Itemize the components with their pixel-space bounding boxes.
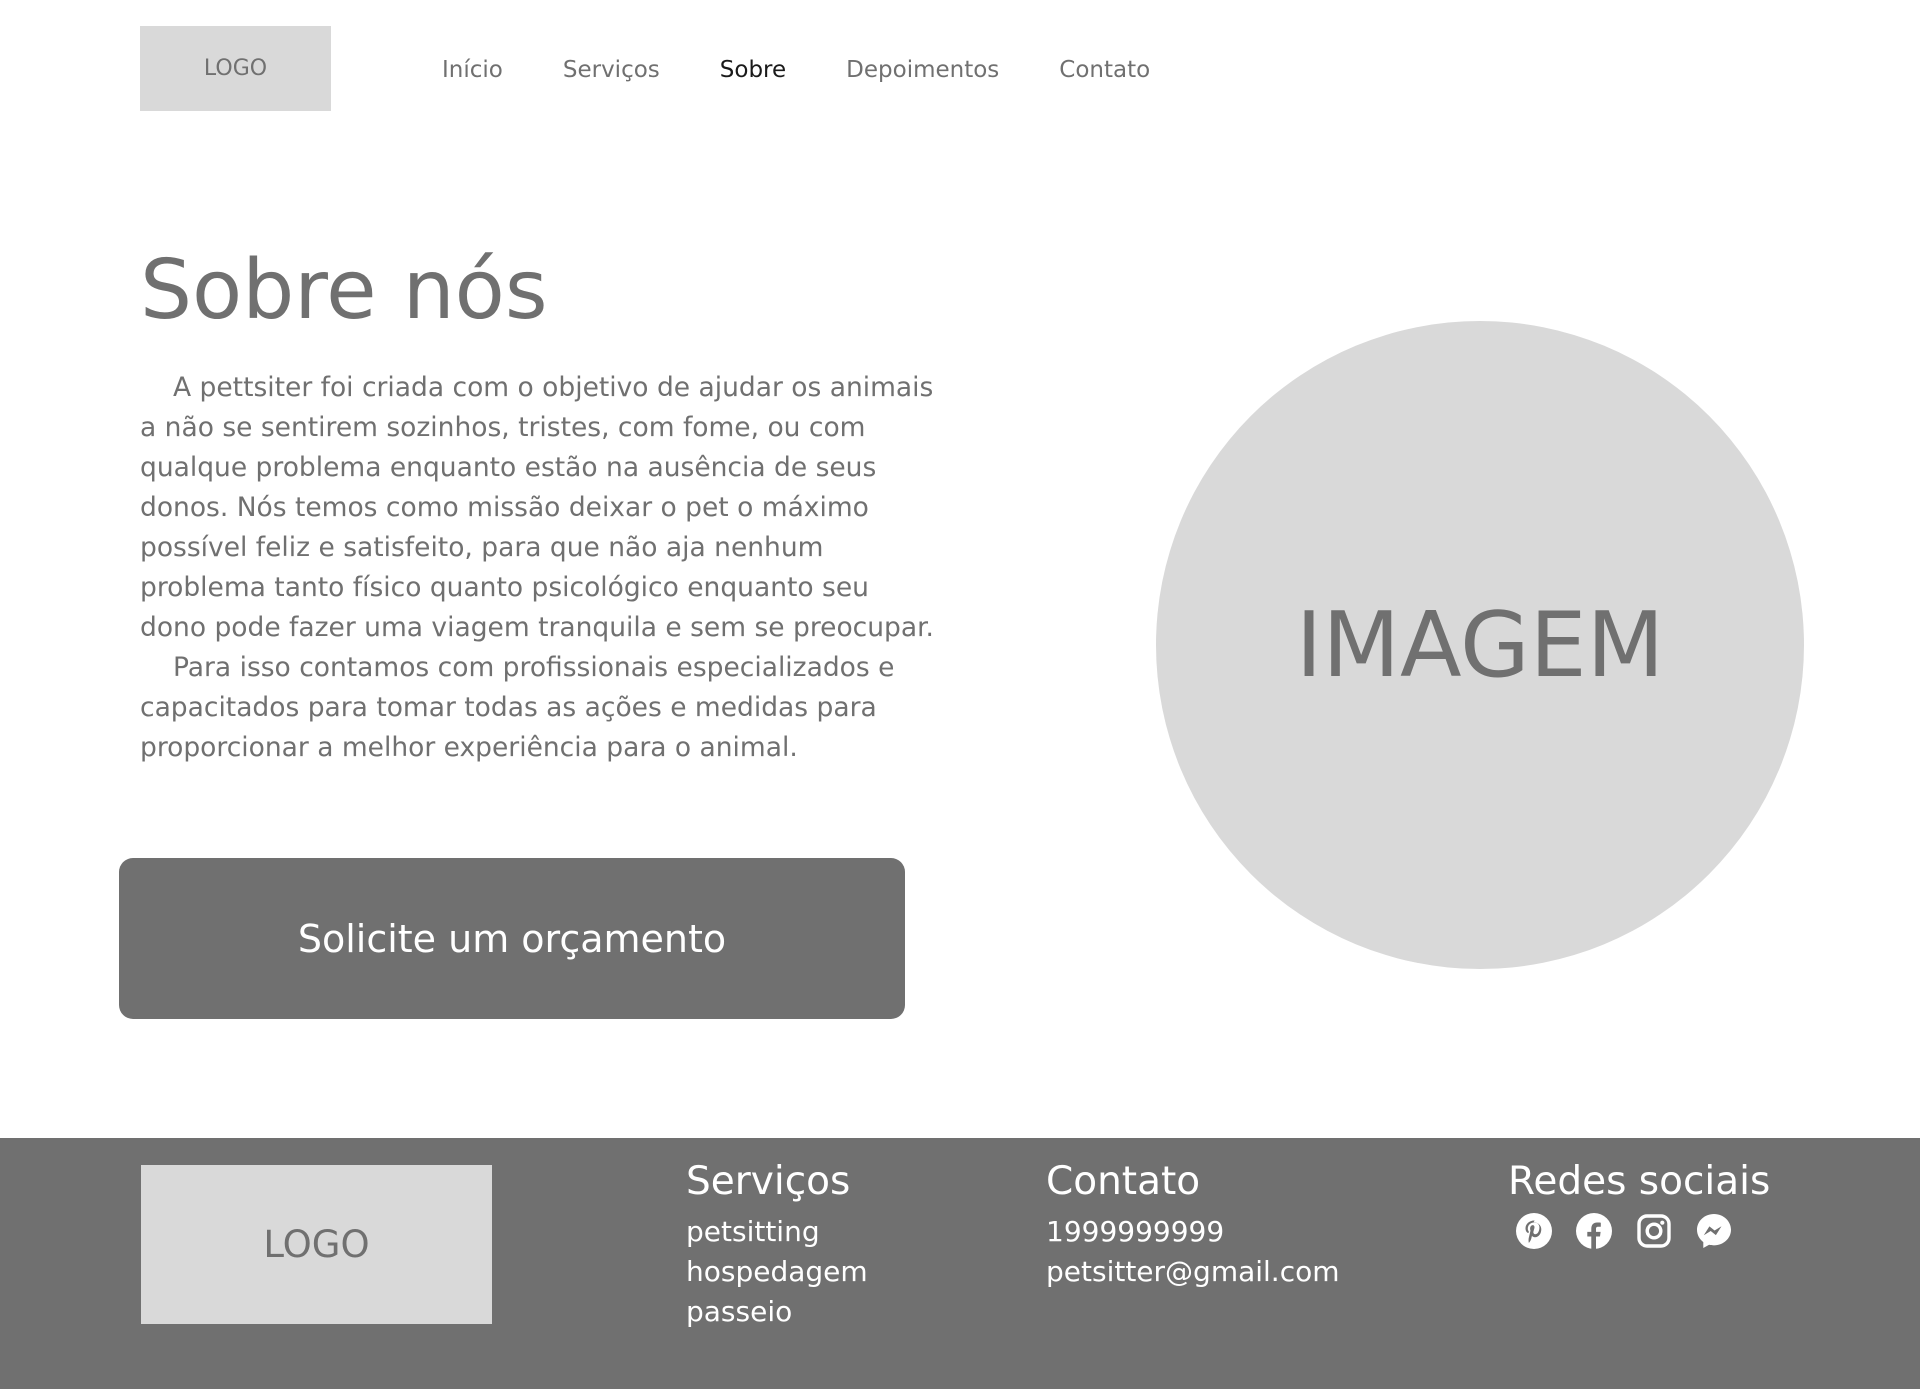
about-paragraph-2: Para isso contamos com profissionais esp…	[140, 652, 895, 763]
nav-item-contato[interactable]: Contato	[1059, 57, 1150, 83]
footer-contact-email[interactable]: petsitter@gmail.com	[1046, 1252, 1340, 1292]
nav-item-sobre[interactable]: Sobre	[720, 57, 786, 83]
footer: LOGO Serviços petsitting hospedagem pass…	[0, 1138, 1920, 1389]
footer-service-petsitting[interactable]: petsitting	[686, 1212, 868, 1252]
facebook-icon[interactable]	[1575, 1212, 1613, 1250]
footer-contact-phone[interactable]: 1999999999	[1046, 1212, 1340, 1252]
footer-social-heading: Redes sociais	[1508, 1159, 1771, 1204]
image-placeholder: IMAGEM	[1156, 321, 1804, 969]
footer-service-hospedagem[interactable]: hospedagem	[686, 1252, 868, 1292]
footer-service-passeio[interactable]: passeio	[686, 1292, 868, 1332]
social-icons	[1515, 1212, 1770, 1250]
about-paragraph-1: A pettsiter foi criada com o objetivo de…	[140, 372, 934, 643]
nav-item-depoimentos[interactable]: Depoimentos	[846, 57, 999, 83]
footer-contact-heading: Contato	[1046, 1159, 1201, 1204]
request-quote-button[interactable]: Solicite um orçamento	[119, 858, 905, 1019]
footer-social: Redes sociais	[1508, 1160, 1770, 1250]
instagram-icon[interactable]	[1635, 1212, 1673, 1250]
page-title: Sobre nós	[140, 243, 548, 338]
about-text: A pettsiter foi criada com o objetivo de…	[140, 368, 940, 768]
footer-services-heading: Serviços	[686, 1159, 851, 1204]
footer-logo[interactable]: LOGO	[141, 1165, 492, 1324]
footer-contact: Contato 1999999999 petsitter@gmail.com	[1046, 1160, 1340, 1292]
nav-item-servicos[interactable]: Serviços	[563, 57, 660, 83]
pinterest-icon[interactable]	[1515, 1212, 1553, 1250]
footer-services: Serviços petsitting hospedagem passeio	[686, 1160, 868, 1332]
nav-item-inicio[interactable]: Início	[442, 57, 503, 83]
messenger-icon[interactable]	[1695, 1212, 1733, 1250]
header-logo[interactable]: LOGO	[140, 26, 331, 111]
main-nav: Início Serviços Sobre Depoimentos Contat…	[442, 54, 1210, 86]
